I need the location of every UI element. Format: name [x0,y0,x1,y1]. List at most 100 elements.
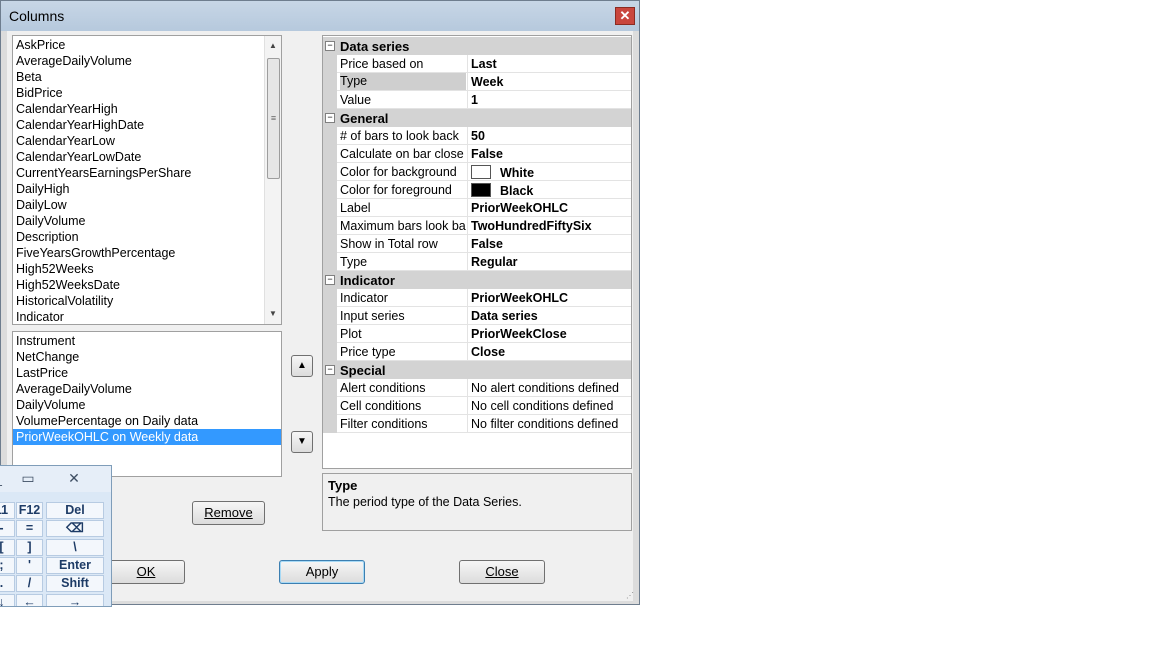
keyboard-key[interactable]: [ [0,538,15,556]
list-item[interactable]: HistoricalVolatility [13,293,265,309]
list-item[interactable]: High52Weeks [13,261,265,277]
property-value[interactable]: White [471,165,631,180]
property-value[interactable]: PriorWeekOHLC [471,201,631,215]
list-item[interactable]: Instrument [13,333,281,349]
property-value[interactable]: Last [471,57,631,71]
property-value[interactable]: Week [471,75,631,89]
list-item[interactable]: CalendarYearHigh [13,101,265,117]
ok-button[interactable]: OK [107,560,185,584]
keyboard-key[interactable]: ; [0,556,15,574]
selected-columns-list[interactable]: Instrument NetChange LastPrice AverageDaily… [12,331,282,477]
keyboard-close-icon[interactable]: ✕ [62,469,86,487]
category-general[interactable]: − General [323,109,631,127]
property-row[interactable]: Cell conditions No cell conditions define… [323,397,631,415]
property-value[interactable]: Black [471,183,631,198]
keyboard-key[interactable]: ← [16,593,43,606]
list-item[interactable]: DailyLow [13,197,265,213]
keyboard-key[interactable]: ' [16,556,43,574]
collapse-toggle-icon[interactable]: − [325,275,335,285]
collapse-toggle-icon[interactable]: − [325,41,335,51]
list-item[interactable]: VolumePercentage on Daily data [13,413,281,429]
keyboard-key[interactable]: Enter [46,556,104,574]
property-value[interactable]: PriorWeekClose [471,327,631,341]
property-value[interactable]: PriorWeekOHLC [471,291,631,305]
list-item[interactable]: CalendarYearLow [13,133,265,149]
property-row[interactable]: Calculate on bar close False [323,145,631,163]
category-data-series[interactable]: − Data series [323,37,631,55]
list-item[interactable]: DailyVolume [13,397,281,413]
keyboard-key[interactable]: - [0,520,15,538]
keyboard-key[interactable]: ↓ [0,593,15,606]
close-window-icon[interactable]: ✕ [615,7,635,25]
property-row[interactable]: Type Week [323,73,631,91]
category-special[interactable]: − Special [323,361,631,379]
list-item[interactable]: AverageDailyVolume [13,381,281,397]
list-item[interactable]: CurrentYearsEarningsPerShare [13,165,265,181]
keyboard-key[interactable]: = [16,520,43,538]
available-columns-scrollbar[interactable]: ▲ ≡ ▼ [264,36,281,324]
property-value[interactable]: No filter conditions defined [471,417,631,431]
property-row[interactable]: Color for background White [323,163,631,181]
property-row[interactable]: Type Regular [323,253,631,271]
list-item[interactable]: DailyVolume [13,213,265,229]
keyboard-key[interactable]: \ [46,538,104,556]
keyboard-key[interactable]: / [16,575,43,593]
scroll-up-icon[interactable]: ▲ [265,38,281,54]
keyboard-key[interactable]: ⌫ [46,520,104,538]
property-row[interactable]: Color for foreground Black [323,181,631,199]
property-value[interactable]: Data series [471,309,631,323]
property-row[interactable]: Label PriorWeekOHLC [323,199,631,217]
keyboard-key[interactable]: Shift [46,575,104,593]
list-item[interactable]: NetChange [13,349,281,365]
move-down-button[interactable]: ▼ [291,431,313,453]
property-row[interactable]: # of bars to look back 50 [323,127,631,145]
keyboard-title-bar[interactable]: _ ▭ ✕ [0,466,111,492]
list-item[interactable]: AskPrice [13,37,265,53]
category-indicator[interactable]: − Indicator [323,271,631,289]
property-value[interactable]: No alert conditions defined [471,381,631,395]
list-item[interactable]: High52WeeksDate [13,277,265,293]
resize-grip-icon[interactable]: ⋰ [626,591,636,601]
property-row[interactable]: Indicator PriorWeekOHLC [323,289,631,307]
property-value[interactable]: 50 [471,129,631,143]
collapse-toggle-icon[interactable]: − [325,113,335,123]
property-row[interactable]: Maximum bars look back TwoHundredFiftySix [323,217,631,235]
property-row[interactable]: Price based on Last [323,55,631,73]
scroll-thumb[interactable]: ≡ [267,58,280,179]
list-item[interactable]: CalendarYearLowDate [13,149,265,165]
list-item[interactable]: PriorWeekOHLC on Weekly data [13,429,281,445]
list-item[interactable]: Beta [13,69,265,85]
property-value[interactable]: Regular [471,255,631,269]
property-row[interactable]: Input series Data series [323,307,631,325]
move-up-button[interactable]: ▲ [291,355,313,377]
apply-button[interactable]: Apply [279,560,365,584]
list-item[interactable]: BidPrice [13,85,265,101]
list-item[interactable]: CalendarYearHighDate [13,117,265,133]
property-value[interactable]: False [471,237,631,251]
close-button[interactable]: Close [459,560,545,584]
property-value[interactable]: TwoHundredFiftySix [471,219,631,233]
collapse-toggle-icon[interactable]: − [325,365,335,375]
list-item[interactable]: Indicator [13,309,265,324]
keyboard-key[interactable]: → [46,593,104,606]
available-columns-list[interactable]: AskPrice AverageDailyVolume Beta BidPrice Ca… [12,35,282,325]
property-row[interactable]: Show in Total row False [323,235,631,253]
keyboard-key[interactable]: F12 [16,502,43,519]
remove-button[interactable]: Remove [192,501,265,525]
keyboard-key[interactable]: . [0,575,15,593]
restore-icon[interactable]: ▭ [16,469,40,487]
property-row[interactable]: Filter conditions No filter conditions de… [323,415,631,433]
list-item[interactable]: FiveYearsGrowthPercentage [13,245,265,261]
property-row[interactable]: Value 1 [323,91,631,109]
property-value[interactable]: No cell conditions defined [471,399,631,413]
title-bar[interactable]: Columns ✕ [1,1,639,31]
keyboard-key[interactable]: Del [46,502,104,519]
scroll-down-icon[interactable]: ▼ [265,306,281,322]
list-item[interactable]: AverageDailyVolume [13,53,265,69]
list-item[interactable]: DailyHigh [13,181,265,197]
property-value[interactable]: 1 [471,93,631,107]
minimize-icon[interactable]: _ [0,469,10,487]
keyboard-key[interactable]: 11 [0,502,15,519]
property-row[interactable]: Alert conditions No alert conditions defi… [323,379,631,397]
property-value[interactable]: False [471,147,631,161]
